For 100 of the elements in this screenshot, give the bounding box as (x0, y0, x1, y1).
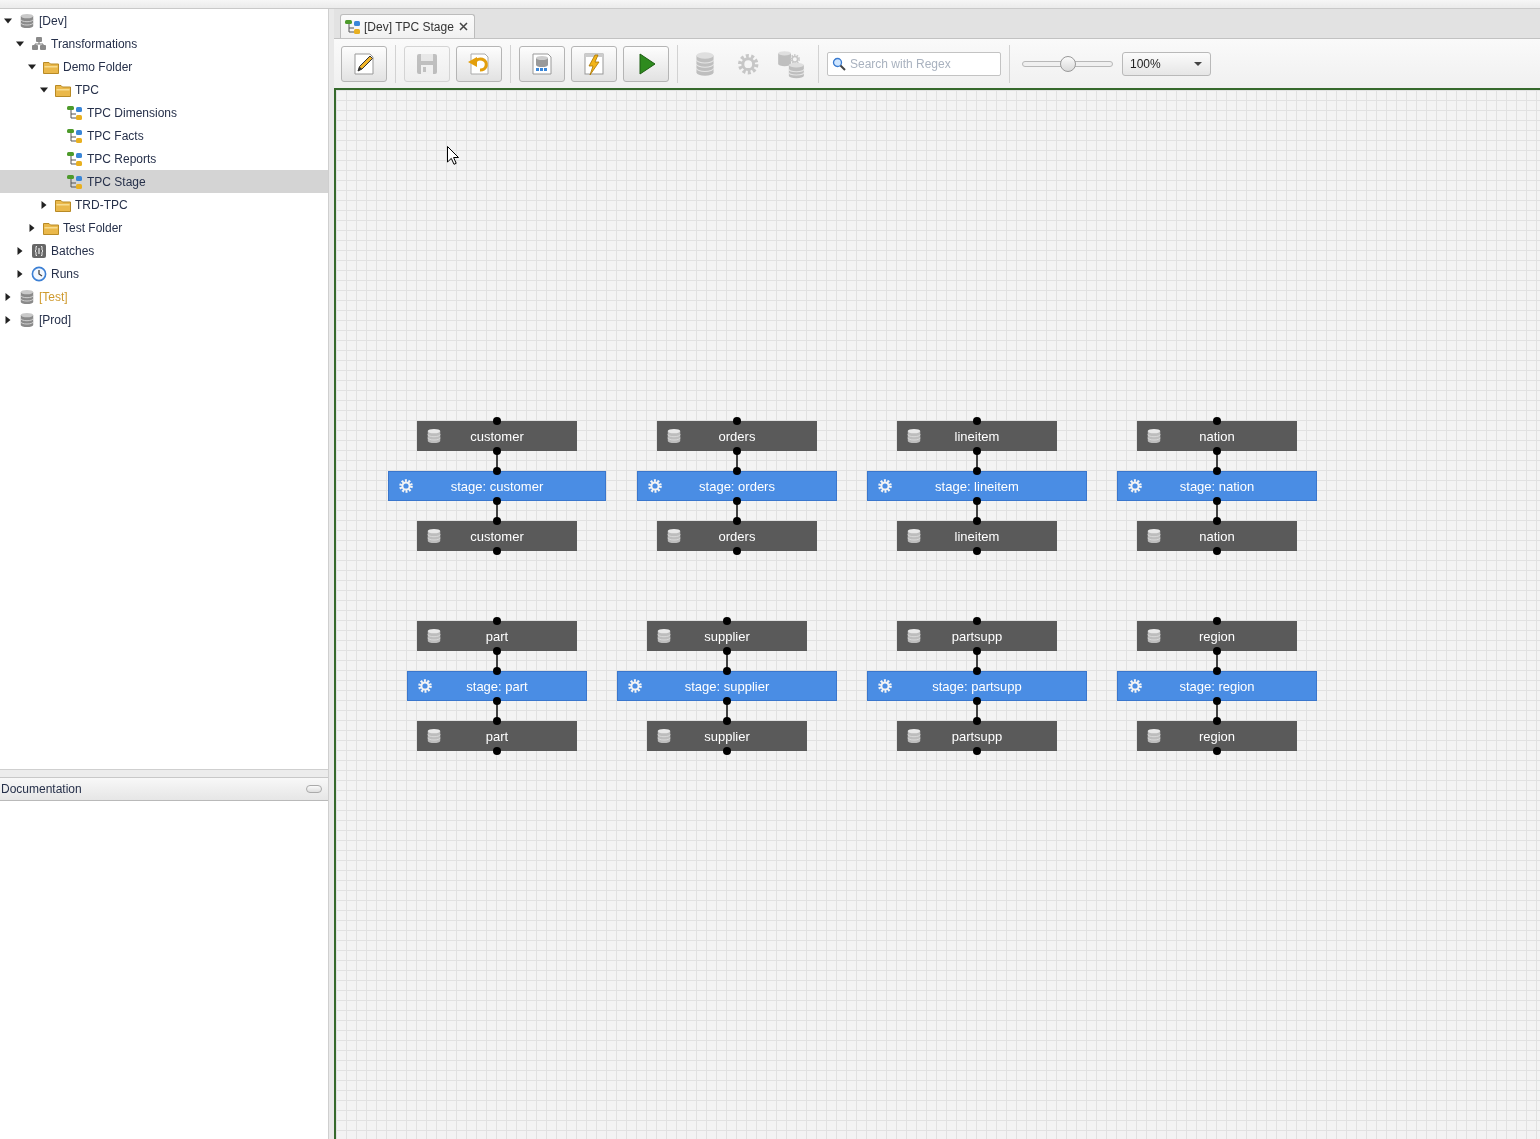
database-icon (426, 428, 442, 444)
port-dot (493, 447, 501, 455)
search-icon (832, 56, 846, 71)
database-icon (426, 728, 442, 744)
node-label: lineitem (954, 528, 1000, 544)
node-label: supplier (704, 728, 750, 744)
database-icon (19, 12, 35, 29)
caret-right-icon[interactable] (16, 269, 24, 278)
clock-icon (31, 265, 47, 282)
port-dot (723, 617, 731, 625)
port-dot (973, 417, 981, 425)
port-dot (493, 417, 501, 425)
tree-item[interactable]: TPC Stage (0, 170, 328, 193)
port-dot (1213, 497, 1221, 505)
port-dot (973, 617, 981, 625)
tree-item[interactable]: Runs (0, 262, 328, 285)
node-label: partsupp (951, 628, 1003, 644)
port-dot (723, 647, 731, 655)
caret-down-icon (1194, 61, 1202, 66)
caret-down-icon[interactable] (16, 39, 24, 48)
mouse-cursor-icon (447, 146, 459, 165)
workflow-icon (67, 104, 83, 121)
database-icon (666, 428, 682, 444)
node-label: orders (718, 528, 756, 544)
port-dot (493, 497, 501, 505)
port-dot (723, 747, 731, 755)
port-dot (973, 697, 981, 705)
node-label: stage: part (466, 678, 528, 694)
port-dot (973, 467, 981, 475)
database-icon (906, 728, 922, 744)
port-dot (493, 747, 501, 755)
database-icon (1146, 528, 1162, 544)
database-icon (656, 728, 672, 744)
node-label: part (485, 628, 509, 644)
node-label: supplier (704, 628, 750, 644)
database-icon (906, 428, 922, 444)
port-dot (1213, 547, 1221, 555)
database-icon (906, 628, 922, 644)
node-label: stage: partsupp (932, 678, 1022, 694)
port-dot (493, 667, 501, 675)
port-dot (733, 547, 741, 555)
port-dot (493, 617, 501, 625)
node-label: customer (470, 528, 524, 544)
port-dot (1213, 647, 1221, 655)
tree-item[interactable]: TRD-TPC (0, 193, 328, 216)
search-field[interactable]: Search with Regex (827, 51, 1001, 76)
node-label: stage: region (1179, 678, 1255, 694)
port-dot (733, 417, 741, 425)
node-label: stage: lineitem (935, 478, 1019, 494)
port-dot (1213, 517, 1221, 525)
caret-right-icon[interactable] (28, 223, 36, 232)
port-dot (973, 517, 981, 525)
gear-icon (398, 478, 414, 494)
editor-tab[interactable]: [Dev] TPC Stage (340, 14, 475, 38)
tree-item[interactable]: TPC Reports (0, 147, 328, 170)
workflow-icon (67, 127, 83, 144)
tree-item[interactable]: TPC Dimensions (0, 101, 328, 124)
tree-item[interactable]: TPC Facts (0, 124, 328, 147)
node-label: nation (1199, 428, 1235, 444)
tree-item[interactable]: [Dev] (0, 9, 328, 32)
caret-down-icon[interactable] (28, 62, 36, 71)
tree-item[interactable]: Transformations (0, 32, 328, 55)
caret-down-icon[interactable] (40, 85, 48, 94)
run-button[interactable] (623, 45, 669, 82)
port-dot (1213, 617, 1221, 625)
braces-icon (31, 242, 47, 259)
gear-icon (877, 678, 893, 694)
slider-thumb[interactable] (1059, 55, 1076, 72)
caret-right-icon[interactable] (40, 200, 48, 209)
port-dot (733, 517, 741, 525)
port-dot (973, 447, 981, 455)
port-dot (1213, 447, 1221, 455)
port-dot (733, 467, 741, 475)
port-dot (973, 547, 981, 555)
close-icon[interactable] (458, 22, 468, 31)
zoom-select[interactable]: 100% (1122, 51, 1211, 76)
database-icon (19, 288, 35, 305)
port-dot (493, 717, 501, 725)
node-label: stage: nation (1179, 478, 1255, 494)
edit-button[interactable] (341, 45, 387, 82)
node-label: partsupp (951, 728, 1003, 744)
port-dot (723, 667, 731, 675)
tree-item[interactable]: Batches (0, 239, 328, 262)
node-label: lineitem (954, 428, 1000, 444)
tree-item[interactable]: TPC (0, 78, 328, 101)
tree-item[interactable]: Demo Folder (0, 55, 328, 78)
caret-right-icon[interactable] (16, 246, 24, 255)
tree-item[interactable]: Test Folder (0, 216, 328, 239)
gear-icon (647, 478, 663, 494)
database-icon (1146, 628, 1162, 644)
node-label: nation (1199, 528, 1235, 544)
caret-right-icon[interactable] (4, 315, 12, 324)
zoom-slider[interactable] (1022, 55, 1113, 72)
tree-item[interactable]: [Prod] (0, 308, 328, 331)
caret-down-icon[interactable] (4, 16, 12, 25)
database-icon (1146, 728, 1162, 744)
caret-right-icon[interactable] (4, 292, 12, 301)
sql-button[interactable] (519, 45, 565, 82)
node-label: part (485, 728, 509, 744)
port-dot (1213, 697, 1221, 705)
